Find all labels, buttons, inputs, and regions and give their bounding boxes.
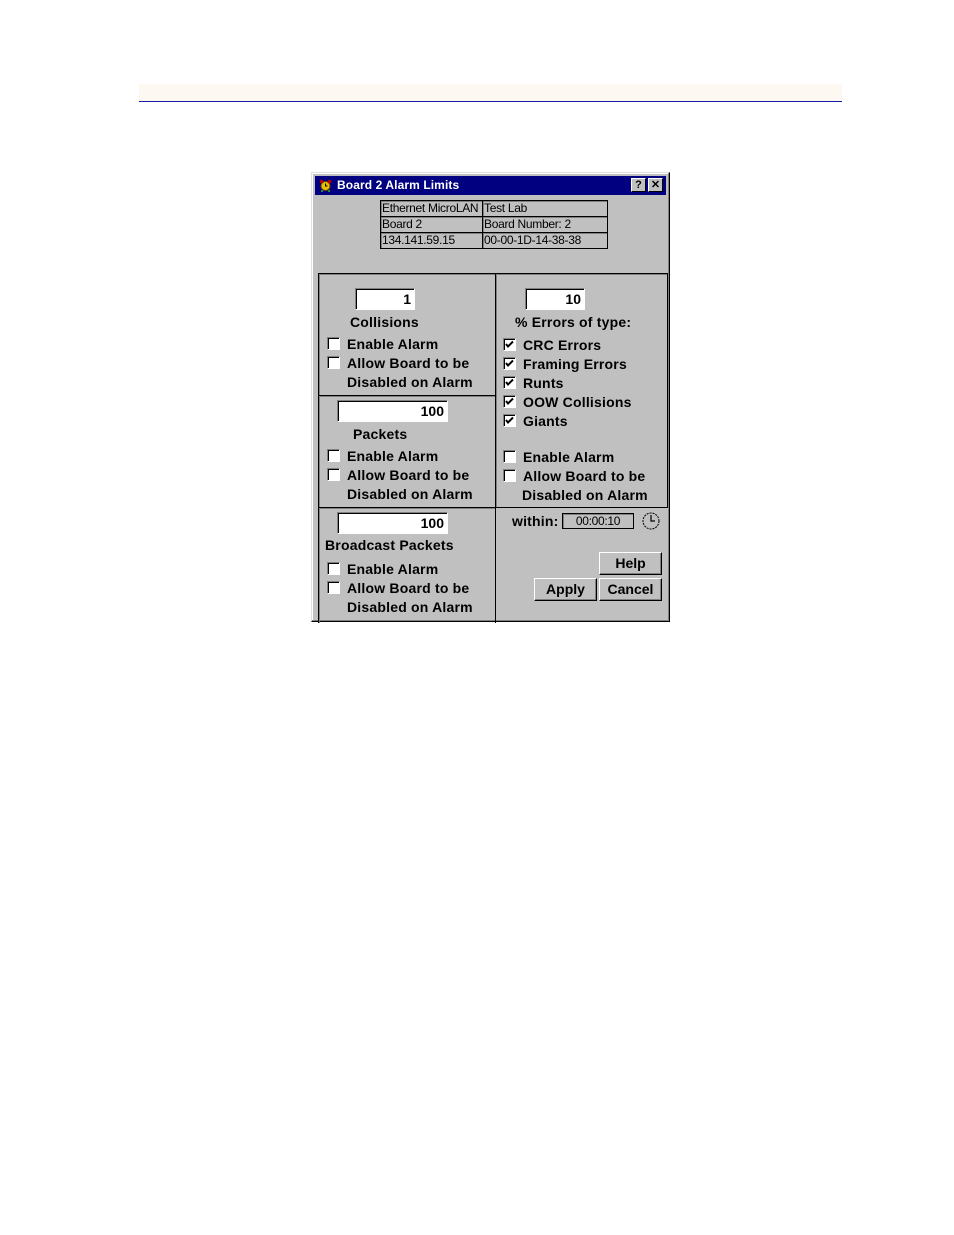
collisions-allow-disable-label: Allow Board to be <box>347 355 470 371</box>
errors-allow-disable-label: Allow Board to be <box>523 468 646 484</box>
packets-allow-disable-label: Allow Board to be <box>347 467 470 483</box>
help-button[interactable]: Help <box>599 552 662 575</box>
errors-enable-alarm-label: Enable Alarm <box>523 449 615 465</box>
within-time-field[interactable]: 00:00:10 <box>562 513 634 529</box>
checkmark-icon <box>505 340 514 348</box>
info-row: 134.141.59.15 00-00-1D-14-38-38 <box>380 232 608 249</box>
framing-errors-label: Framing Errors <box>523 356 627 372</box>
info-cell: 00-00-1D-14-38-38 <box>482 232 608 249</box>
within-label: within: <box>512 513 559 529</box>
info-cell: 134.141.59.15 <box>380 232 483 249</box>
collisions-threshold-input[interactable]: 1 <box>355 288 415 310</box>
crc-errors-checkbox[interactable] <box>503 338 516 351</box>
apply-button[interactable]: Apply <box>534 578 597 601</box>
info-cell: Ethernet MicroLAN <box>380 200 483 217</box>
info-row: Ethernet MicroLAN Test Lab <box>380 200 608 217</box>
errors-allow-disable-checkbox[interactable] <box>503 469 516 482</box>
packets-enable-alarm-checkbox[interactable] <box>327 449 340 462</box>
actions-area <box>495 507 496 623</box>
checkmark-icon <box>505 378 514 386</box>
info-cell: Test Lab <box>482 200 608 217</box>
info-cell: Board 2 <box>380 216 483 233</box>
errors-allow-disable-label-2: Disabled on Alarm <box>522 487 648 503</box>
oow-collisions-checkbox[interactable] <box>503 395 516 408</box>
errors-enable-alarm-checkbox[interactable] <box>503 450 516 463</box>
broadcast-threshold-input[interactable]: 100 <box>337 512 448 534</box>
info-row: Board 2 Board Number: 2 <box>380 216 608 233</box>
broadcast-allow-disable-label-2: Disabled on Alarm <box>347 599 473 615</box>
info-cell: Board Number: 2 <box>482 216 608 233</box>
collisions-enable-alarm-checkbox[interactable] <box>327 337 340 350</box>
title-bar[interactable]: Board 2 Alarm Limits ? ✕ <box>315 176 666 195</box>
packets-enable-alarm-label: Enable Alarm <box>347 448 439 464</box>
bell-alarm-icon <box>319 179 332 192</box>
dialog-title: Board 2 Alarm Limits <box>337 178 460 192</box>
page-header-rule <box>139 101 842 102</box>
broadcast-allow-disable-checkbox[interactable] <box>327 581 340 594</box>
title-help-button[interactable]: ? <box>631 178 646 192</box>
collisions-allow-disable-label-2: Disabled on Alarm <box>347 374 473 390</box>
runts-checkbox[interactable] <box>503 376 516 389</box>
crc-errors-label: CRC Errors <box>523 337 602 353</box>
oow-collisions-label: OOW Collisions <box>523 394 632 410</box>
collisions-allow-disable-checkbox[interactable] <box>327 356 340 369</box>
framing-errors-checkbox[interactable] <box>503 357 516 370</box>
runts-label: Runts <box>523 375 564 391</box>
clock-icon[interactable] <box>641 511 661 531</box>
errors-label: % Errors of type: <box>515 314 632 330</box>
giants-label: Giants <box>523 413 568 429</box>
broadcast-enable-alarm-checkbox[interactable] <box>327 562 340 575</box>
board-info-table: Ethernet MicroLAN Test Lab Board 2 Board… <box>380 200 608 249</box>
collisions-label: Collisions <box>350 314 419 330</box>
broadcast-label: Broadcast Packets <box>325 537 454 553</box>
checkmark-icon <box>505 416 514 424</box>
collisions-enable-alarm-label: Enable Alarm <box>347 336 439 352</box>
broadcast-enable-alarm-label: Enable Alarm <box>347 561 439 577</box>
page-header-band <box>139 84 842 102</box>
errors-threshold-input[interactable]: 10 <box>525 288 585 310</box>
packets-threshold-input[interactable]: 100 <box>337 400 448 422</box>
cancel-button[interactable]: Cancel <box>599 578 662 601</box>
packets-allow-disable-checkbox[interactable] <box>327 468 340 481</box>
alarm-limits-dialog: Board 2 Alarm Limits ? ✕ Ethernet MicroL… <box>311 172 670 623</box>
broadcast-allow-disable-label: Allow Board to be <box>347 580 470 596</box>
close-button[interactable]: ✕ <box>648 178 663 192</box>
checkmark-icon <box>505 359 514 367</box>
giants-checkbox[interactable] <box>503 414 516 427</box>
packets-label: Packets <box>353 426 408 442</box>
checkmark-icon <box>505 397 514 405</box>
packets-allow-disable-label-2: Disabled on Alarm <box>347 486 473 502</box>
